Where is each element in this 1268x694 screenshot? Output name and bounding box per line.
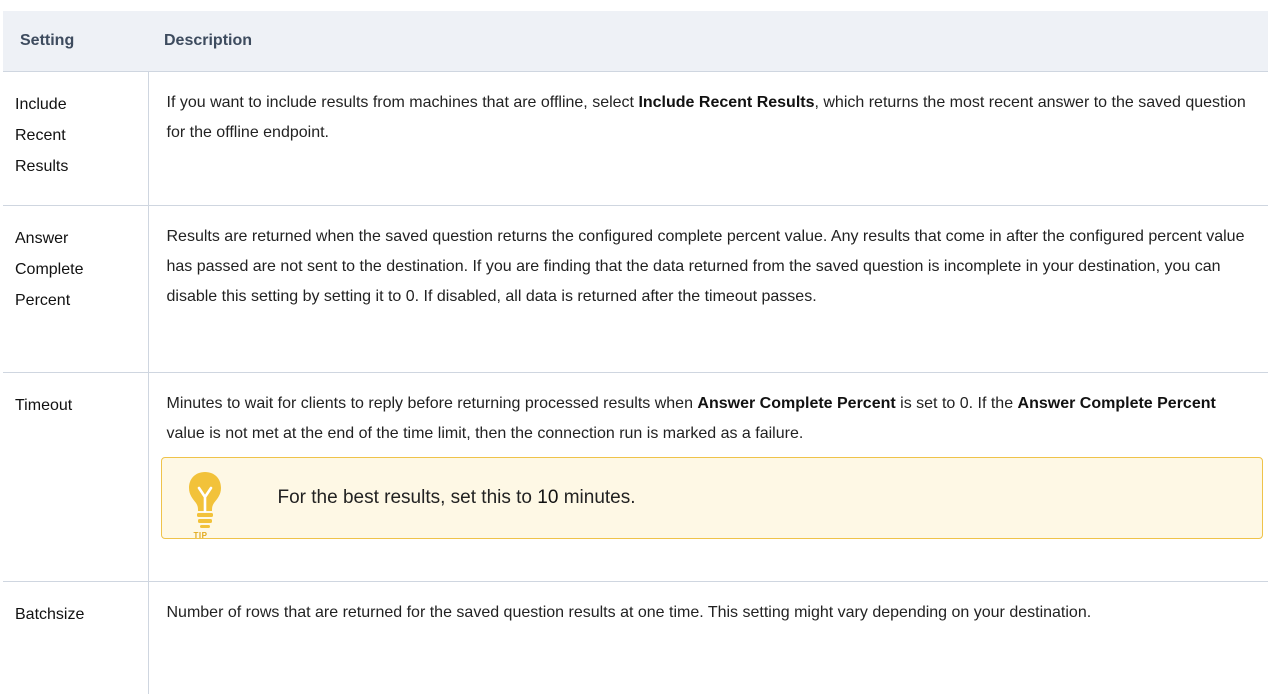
tip-text-part: For the best results, set this to	[277, 487, 538, 508]
tip-text-part: minutes.	[558, 487, 636, 508]
table-row: Timeout Minutes to wait for clients to r…	[3, 372, 1268, 582]
desc-text: value is not met at the end of the time …	[166, 425, 804, 442]
description-include-recent-results: If you want to include results from mach…	[148, 71, 1268, 206]
setting-name-line: Complete	[15, 261, 84, 278]
timeout-desc-text: Minutes to wait for clients to reply bef…	[167, 389, 1257, 449]
tip-bold-value: 10	[537, 487, 559, 508]
tip-text: For the best results, set this to 10 min…	[278, 485, 636, 511]
description-answer-complete-percent: Results are returned when the saved ques…	[148, 205, 1268, 373]
table-row: Batchsize Number of rows that are return…	[3, 581, 1268, 694]
setting-name-line: Timeout	[15, 397, 73, 414]
setting-name-line: Answer	[15, 230, 69, 247]
tip-label: TIP	[193, 531, 208, 540]
setting-name-line: Percent	[15, 292, 71, 309]
setting-name-line: Recent	[15, 127, 66, 144]
desc-text: is set to 0. If the	[895, 395, 1018, 412]
description-batchsize: Number of rows that are returned for the…	[166, 604, 1092, 621]
setting-name-line: Include	[15, 96, 67, 113]
setting-batchsize: Batchsize	[3, 581, 149, 694]
setting-answer-complete-percent: Answer Complete Percent	[3, 205, 149, 373]
header-setting: Setting	[3, 11, 148, 72]
tip-callout: TIP For the best results, set this to 10…	[160, 457, 1263, 540]
header-description: Description	[148, 11, 1268, 72]
desc-text: If you want to include results from mach…	[166, 94, 639, 111]
header-row: Setting Description	[3, 11, 1268, 72]
desc-text: Minutes to wait for clients to reply bef…	[166, 395, 698, 412]
setting-timeout: Timeout	[3, 372, 149, 582]
setting-include-recent-results: Include Recent Results	[3, 71, 149, 206]
table-row: Answer Complete Percent Results are retu…	[3, 205, 1268, 373]
lightbulb-icon	[188, 472, 221, 528]
desc-bold: Include Recent Results	[638, 94, 815, 111]
desc-bold: Answer Complete Percent	[1017, 395, 1216, 412]
desc-bold: Answer Complete Percent	[697, 395, 896, 412]
settings-table: Setting Description Include Recent Resul…	[3, 11, 1268, 694]
setting-name-line: Results	[15, 158, 69, 175]
table-header: Setting Description	[3, 11, 1268, 72]
description-timeout: Minutes to wait for clients to reply bef…	[148, 372, 1268, 582]
setting-name-line: Batchsize	[15, 606, 85, 623]
table-row: Include Recent Results If you want to in…	[3, 71, 1268, 206]
